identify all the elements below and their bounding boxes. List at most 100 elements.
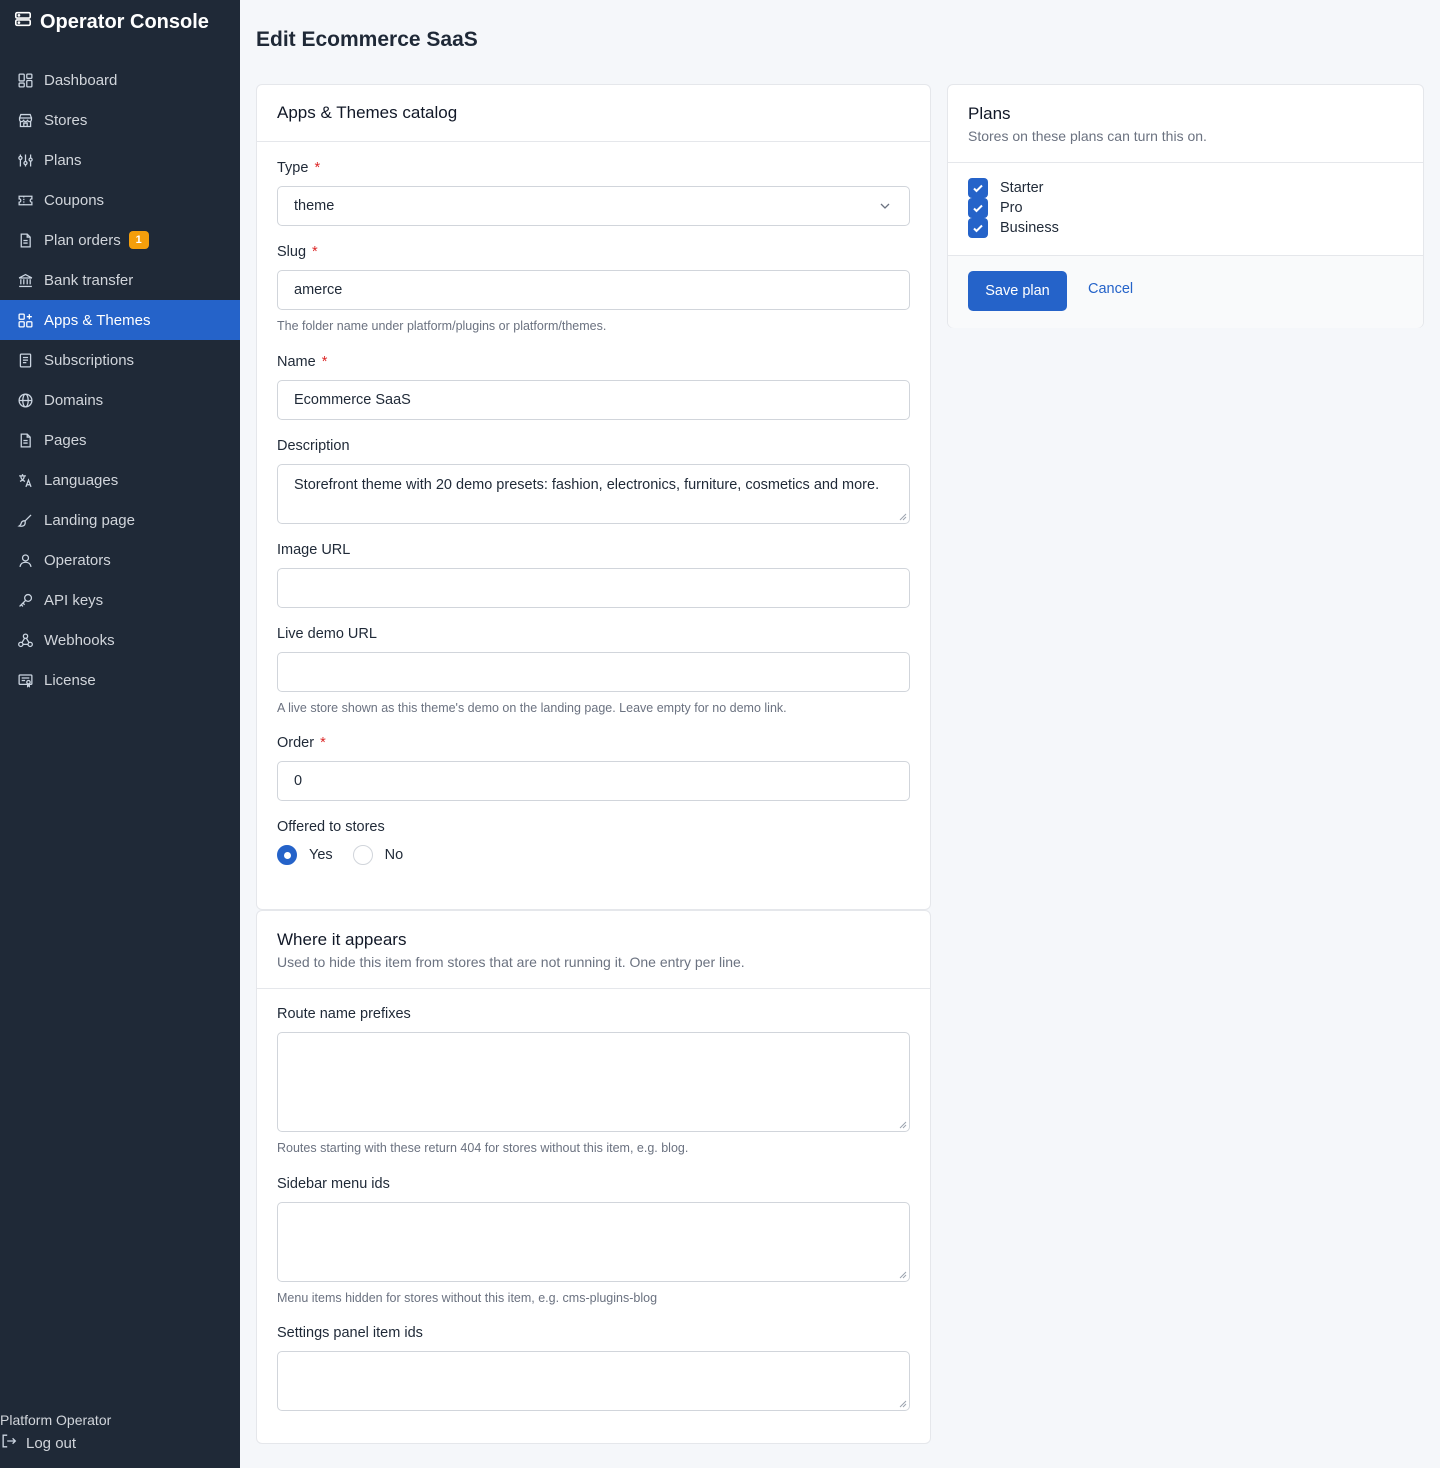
menu-ids-textarea[interactable] xyxy=(277,1202,910,1282)
logout-icon xyxy=(0,1432,18,1454)
settings-ids-textarea[interactable] xyxy=(277,1351,910,1411)
demo-url-input[interactable] xyxy=(277,652,910,692)
description-label: Description xyxy=(277,438,350,454)
console-icon xyxy=(14,10,32,34)
plan-option-business: Business xyxy=(968,218,1059,238)
translate-icon xyxy=(16,471,34,489)
routes-textarea[interactable] xyxy=(277,1032,910,1132)
name-input-value: Ecommerce SaaS xyxy=(294,392,411,408)
apps-icon xyxy=(16,311,34,329)
name-input[interactable]: Ecommerce SaaS xyxy=(277,380,910,420)
required-mark: * xyxy=(321,354,328,370)
sidebar-item-languages[interactable]: Languages xyxy=(0,460,240,500)
resize-handle-icon xyxy=(899,1121,907,1129)
page-title: Edit Ecommerce SaaS xyxy=(256,28,478,51)
resize-handle-icon xyxy=(899,513,907,521)
sidebar-item-label: Domains xyxy=(44,391,104,409)
sidebar-item-label: Plans xyxy=(44,151,82,169)
order-input-value: 0 xyxy=(294,773,303,789)
catalog-card-title: Apps & Themes catalog xyxy=(277,103,458,122)
offered-no-label[interactable]: No xyxy=(385,847,404,863)
sidebar-item-bank-transfer[interactable]: Bank transfer xyxy=(0,260,240,300)
sidebar-item-coupons[interactable]: Coupons xyxy=(0,180,240,220)
chevron-down-icon xyxy=(880,203,890,209)
dashboard-icon xyxy=(16,71,34,89)
sidebar: Operator Console Dashboard Stores Plans … xyxy=(0,0,240,1468)
sidebar-item-pages[interactable]: Pages xyxy=(0,420,240,460)
offered-no-radio[interactable] xyxy=(352,845,373,865)
required-mark: * xyxy=(312,244,318,260)
sidebar-item-label: Plan orders xyxy=(44,231,121,249)
required-mark: * xyxy=(320,735,326,751)
sidebar-item-label: Languages xyxy=(44,471,119,489)
resize-handle-icon xyxy=(899,1271,907,1279)
required-mark: * xyxy=(314,160,321,176)
globe-icon xyxy=(16,391,34,409)
brand[interactable]: Operator Console xyxy=(14,10,209,34)
logout-label: Log out xyxy=(26,1434,77,1452)
type-label: Type * xyxy=(277,160,321,176)
cancel-button[interactable]: Cancel xyxy=(1088,281,1133,297)
description-textarea[interactable]: Storefront theme with 20 demo presets: f… xyxy=(277,464,910,524)
key-icon xyxy=(16,591,34,609)
plan-business-label[interactable]: Business xyxy=(1000,220,1059,236)
order-input[interactable]: 0 xyxy=(277,761,910,801)
sidebar-item-label: Landing page xyxy=(44,511,135,529)
plan-starter-label[interactable]: Starter xyxy=(1000,180,1044,196)
check-icon xyxy=(973,204,983,213)
page-icon xyxy=(16,431,34,449)
image-url-input[interactable] xyxy=(277,568,910,608)
plan-pro-checkbox[interactable] xyxy=(968,198,988,218)
demo-url-label: Live demo URL xyxy=(277,626,377,642)
plan-starter-checkbox[interactable] xyxy=(968,178,988,198)
sidebar-item-plans[interactable]: Plans xyxy=(0,140,240,180)
sidebar-item-label: Bank transfer xyxy=(44,271,134,289)
catalog-card-header: Apps & Themes catalog xyxy=(257,85,930,142)
settings-ids-label: Settings panel item ids xyxy=(277,1325,423,1341)
sidebar-item-plan-orders[interactable]: Plan orders 1 xyxy=(0,220,240,260)
sidebar-item-license[interactable]: License xyxy=(0,660,240,700)
slug-input[interactable]: amerce xyxy=(277,270,910,310)
catalog-card: Apps & Themes catalog Type * theme Slug * … xyxy=(256,84,931,910)
sidebar-item-label: Pages xyxy=(44,431,87,449)
webhook-icon xyxy=(16,631,34,649)
appears-card-subtitle: Used to hide this item from stores that … xyxy=(277,954,745,970)
sidebar-item-label: Dashboard xyxy=(44,71,118,89)
order-label: Order * xyxy=(277,735,326,751)
sidebar-item-domains[interactable]: Domains xyxy=(0,380,240,420)
save-plan-button[interactable]: Save plan xyxy=(968,271,1067,311)
routes-help: Routes starting with these return 404 fo… xyxy=(277,1141,689,1155)
sidebar-item-stores[interactable]: Stores xyxy=(0,100,240,140)
routes-label: Route name prefixes xyxy=(277,1006,411,1022)
menu-ids-label: Sidebar menu ids xyxy=(277,1176,390,1192)
name-label: Name * xyxy=(277,354,328,370)
sidebar-item-dashboard[interactable]: Dashboard xyxy=(0,60,240,100)
sidebar-item-label: Coupons xyxy=(44,191,105,209)
appears-card-header: Where it appears Used to hide this item … xyxy=(257,911,930,989)
sidebar-item-landing-page[interactable]: Landing page xyxy=(0,500,240,540)
check-icon xyxy=(973,224,983,233)
offered-yes-label[interactable]: Yes xyxy=(309,847,333,863)
sidebar-item-api-keys[interactable]: API keys xyxy=(0,580,240,620)
plan-business-checkbox[interactable] xyxy=(968,218,988,238)
sidebar-item-subscriptions[interactable]: Subscriptions xyxy=(0,340,240,380)
resize-handle-icon xyxy=(899,1400,907,1408)
license-icon xyxy=(16,671,34,689)
offered-yes-radio[interactable] xyxy=(277,845,297,865)
app-title: Operator Console xyxy=(40,10,209,33)
sidebar-item-label: Operators xyxy=(44,551,111,569)
ticket-icon xyxy=(16,191,34,209)
plan-pro-label[interactable]: Pro xyxy=(1000,200,1023,216)
slug-input-value: amerce xyxy=(294,282,343,298)
sidebar-item-apps-themes[interactable]: Apps & Themes xyxy=(0,300,240,340)
sidebar-item-operators[interactable]: Operators xyxy=(0,540,240,580)
appears-card: Where it appears Used to hide this item … xyxy=(256,910,931,1444)
logout-button[interactable]: Log out xyxy=(0,1432,76,1454)
offered-label: Offered to stores xyxy=(277,819,385,835)
store-icon xyxy=(16,111,34,129)
sidebar-item-label: Subscriptions xyxy=(44,351,135,369)
plan-option-starter: Starter xyxy=(968,178,1044,198)
type-select[interactable]: theme xyxy=(277,186,910,226)
sidebar-item-webhooks[interactable]: Webhooks xyxy=(0,620,240,660)
bank-icon xyxy=(16,271,34,289)
